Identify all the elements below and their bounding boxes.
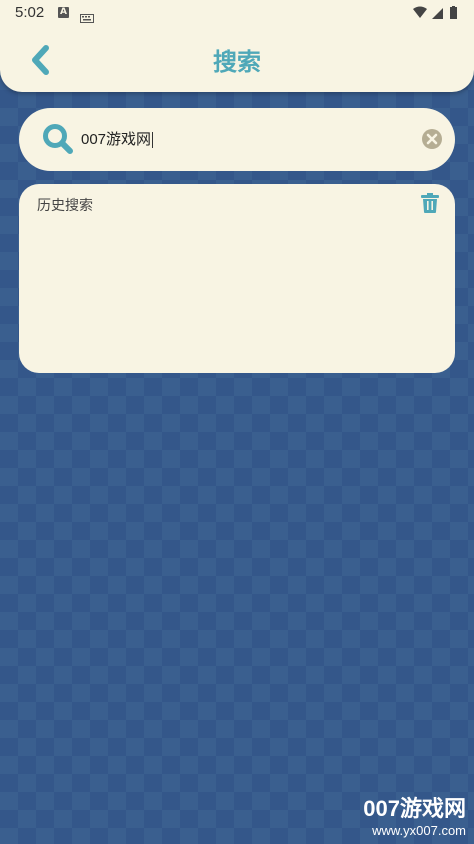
watermark-url: www.yx007.com [372,823,466,838]
signal-icon [432,8,443,19]
search-history-panel: 历史搜索 [19,184,455,373]
text-caret [152,132,154,149]
wifi-icon [413,6,427,18]
search-input-value: 007游戏网 [81,131,152,148]
clear-icon[interactable] [421,128,443,154]
status-time: 5:02 [15,4,45,21]
search-icon [41,122,75,160]
search-input[interactable]: 007游戏网 [81,127,401,153]
search-bar[interactable]: 007游戏网 [19,108,455,171]
history-title: 历史搜索 [37,198,93,214]
watermark: 007游戏网 www.yx007.com [363,791,466,838]
notification-a-icon: A [58,7,69,18]
keyboard-icon [80,9,94,27]
app-header: 5:02 A 搜索 [0,0,474,92]
status-icons [412,6,462,24]
status-bar: 5:02 A [0,0,474,26]
watermark-brand: 007游戏网 [363,796,466,821]
trash-icon[interactable] [421,193,439,217]
battery-icon [450,7,457,19]
page-title: 搜索 [213,48,261,76]
